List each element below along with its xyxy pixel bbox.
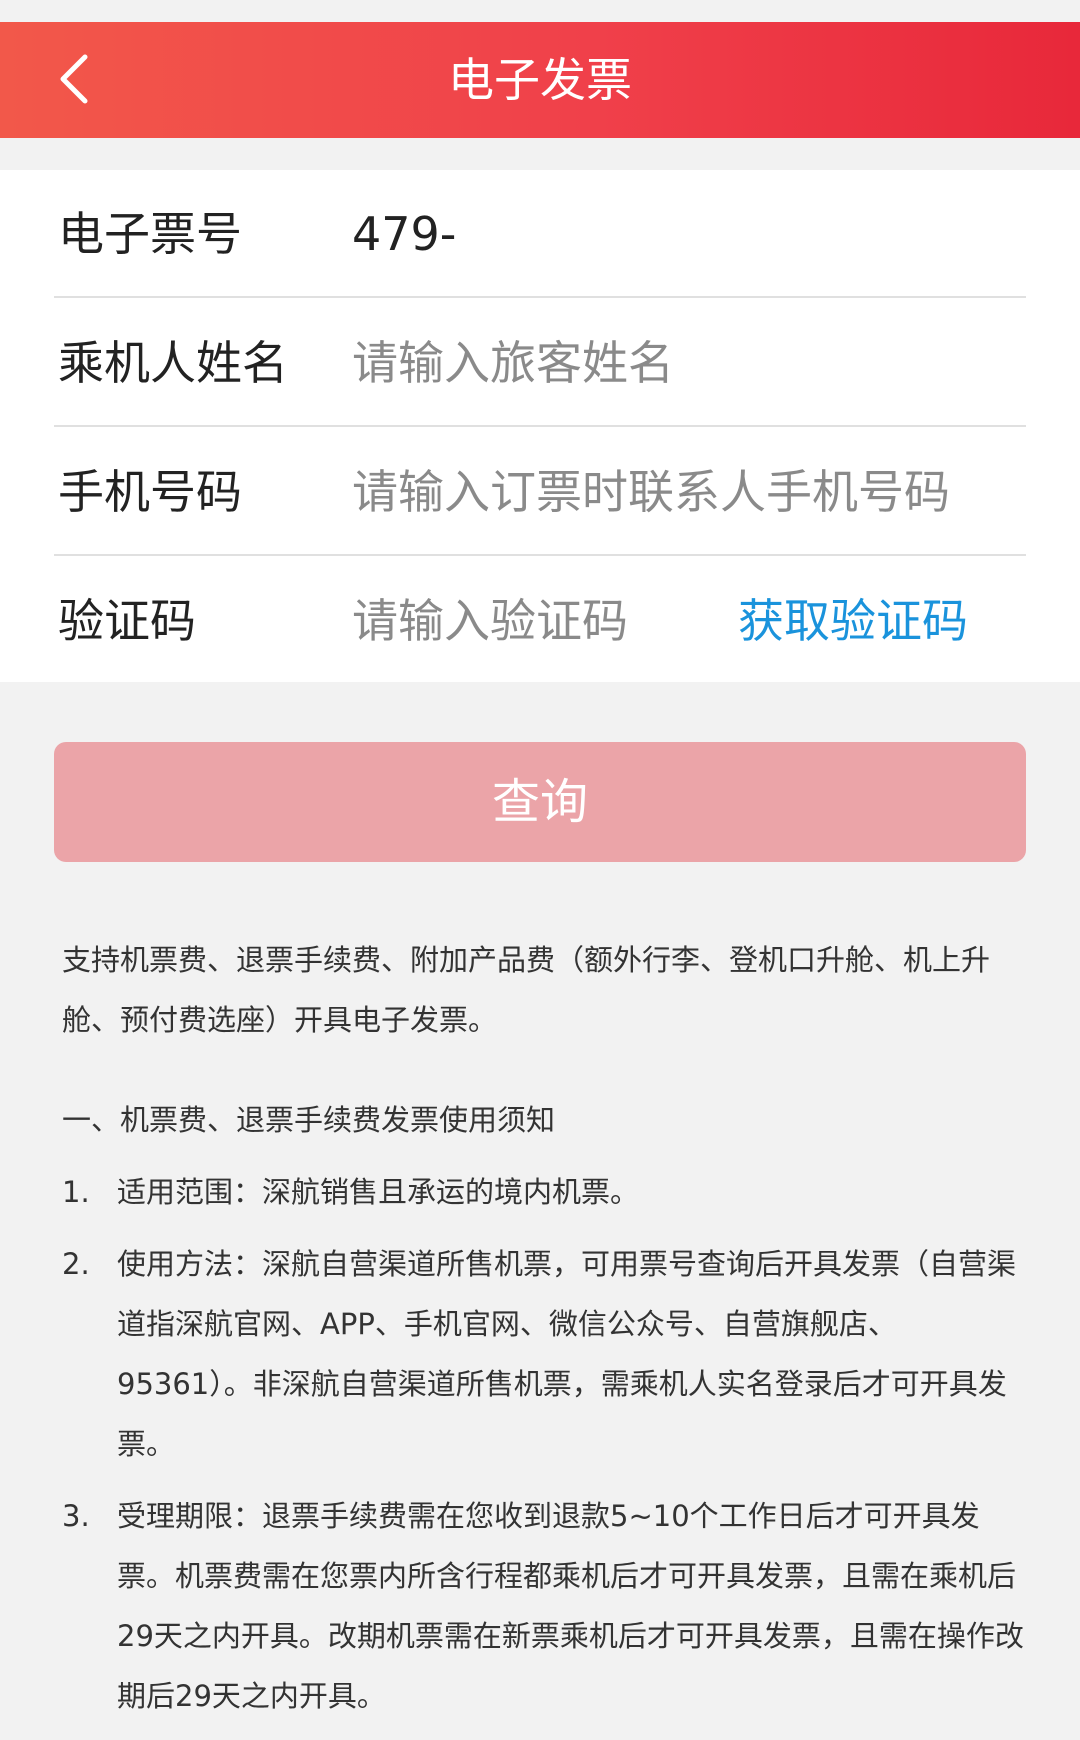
notice-item-number: 3. (62, 1499, 90, 1533)
divider (54, 554, 1026, 556)
notice-item-number: 1. (62, 1175, 90, 1209)
divider (54, 425, 1026, 427)
verify-code-label: 验证码 (58, 594, 196, 648)
verify-code-row[interactable]: 验证码 请输入验证码 获取验证码 (54, 557, 1026, 685)
notice-item: 1. 适用范围：深航销售且承运的境内机票。 (62, 1162, 1028, 1222)
phone-label: 手机号码 (58, 465, 242, 519)
passenger-name-label: 乘机人姓名 (58, 336, 288, 390)
query-button[interactable]: 查询 (54, 742, 1026, 862)
notice-item: 2. 使用方法：深航自营渠道所售机票，可用票号查询后开具发票（自营渠道指深航官网… (62, 1234, 1028, 1474)
notice-item-number: 2. (62, 1247, 90, 1281)
ticket-number-row[interactable]: 电子票号 479- (54, 170, 1026, 298)
passenger-name-input[interactable]: 请输入旅客姓名 (352, 299, 674, 427)
notice-item: 3. 受理期限：退票手续费需在您收到退款5~10个工作日后才可开具发票。机票费需… (62, 1486, 1028, 1726)
ticket-number-input[interactable]: 479- (352, 170, 456, 298)
header-bar: 电子发票 (0, 22, 1080, 138)
page-title: 电子发票 (448, 53, 632, 107)
notice-section: 支持机票费、退票手续费、附加产品费（额外行李、登机口升舱、机上升舱、预付费选座）… (62, 930, 1028, 1726)
status-bar (0, 0, 1080, 22)
divider (54, 296, 1026, 298)
ticket-number-label: 电子票号 (58, 207, 242, 261)
notice-item-text: 受理期限：退票手续费需在您收到退款5~10个工作日后才可开具发票。机票费需在您票… (117, 1499, 1024, 1713)
phone-input[interactable]: 请输入订票时联系人手机号码 (352, 428, 950, 556)
notice-item-text: 适用范围：深航销售且承运的境内机票。 (117, 1175, 640, 1209)
notice-item-text: 使用方法：深航自营渠道所售机票，可用票号查询后开具发票（自营渠道指深航官网、AP… (117, 1247, 1017, 1461)
notice-section-title: 一、机票费、退票手续费发票使用须知 (62, 1103, 556, 1137)
invoice-form: 电子票号 479- 乘机人姓名 请输入旅客姓名 手机号码 请输入订票时联系人手机… (0, 170, 1080, 682)
verify-code-input[interactable]: 请输入验证码 (352, 557, 628, 685)
phone-row[interactable]: 手机号码 请输入订票时联系人手机号码 (54, 428, 1026, 556)
get-code-button[interactable]: 获取验证码 (738, 557, 968, 685)
passenger-name-row[interactable]: 乘机人姓名 请输入旅客姓名 (54, 299, 1026, 427)
notice-intro: 支持机票费、退票手续费、附加产品费（额外行李、登机口升舱、机上升舱、预付费选座）… (62, 943, 991, 1037)
